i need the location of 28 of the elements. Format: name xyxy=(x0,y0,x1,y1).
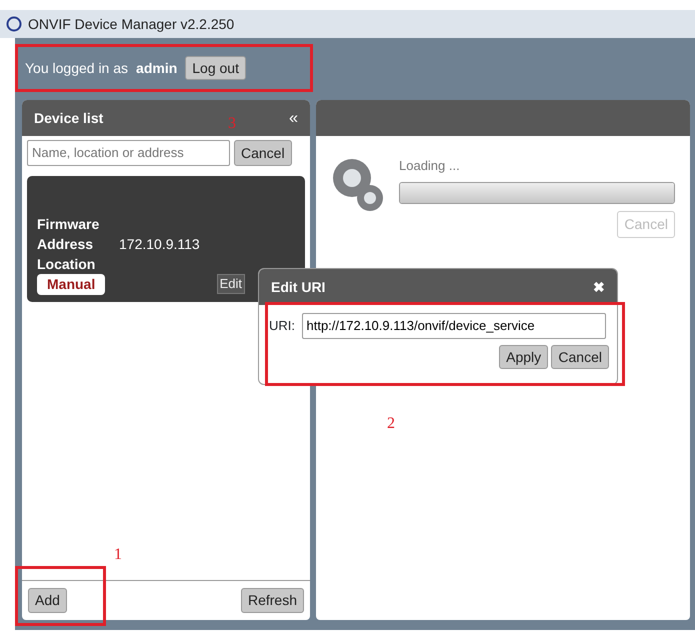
dialog-button[interactable]: Cancel xyxy=(551,344,609,369)
dialog-button[interactable]: Apply xyxy=(499,344,548,369)
refresh-button[interactable]: Refresh xyxy=(240,588,304,613)
field-label: Firmware xyxy=(37,214,100,234)
window-title: ONVIF Device Manager v2.2.250 xyxy=(28,14,234,34)
field-label: URI: xyxy=(269,317,295,335)
search-field[interactable]: Name, location or address xyxy=(27,140,230,166)
close-button[interactable]: ✖ xyxy=(593,276,605,298)
annotation-number: 1 xyxy=(114,545,122,565)
field-label: Address xyxy=(37,234,94,254)
login-text: You logged in as xyxy=(25,58,128,78)
add-button[interactable]: Add xyxy=(28,588,67,613)
annotation-number: 2 xyxy=(387,414,395,434)
collapse-button[interactable]: « xyxy=(288,106,298,130)
user-name: admin xyxy=(136,58,178,78)
cancel-button[interactable]: Cancel xyxy=(234,140,292,166)
device-button[interactable]: Edit xyxy=(216,274,245,294)
field-label: Location xyxy=(37,254,96,274)
gears-icon xyxy=(330,156,386,214)
uri-field[interactable]: http://172.10.9.113/onvif/device_service xyxy=(302,313,606,338)
field-value: 172.10.9.113 xyxy=(119,234,200,254)
logout-button[interactable]: Log out xyxy=(185,56,246,80)
dialog-title: Edit URI xyxy=(271,278,326,296)
app-logo-icon xyxy=(6,16,22,32)
panel-title: Device list xyxy=(34,108,104,128)
device-tag: Manual xyxy=(37,274,106,294)
loading-text: Loading ... xyxy=(399,157,461,175)
annotation-number: 3 xyxy=(228,114,236,134)
